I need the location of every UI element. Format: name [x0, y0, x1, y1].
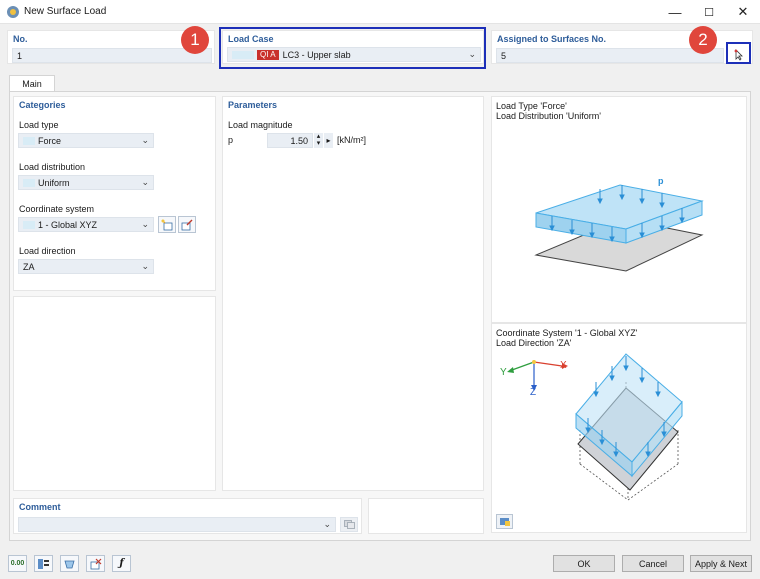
edit-coordinate-system-icon	[181, 219, 193, 230]
callout-2: 2	[689, 26, 717, 54]
chevron-down-icon: ⌄	[323, 519, 331, 529]
chevron-down-icon: ⌄	[141, 135, 149, 145]
load-case-highlight	[219, 27, 486, 69]
chevron-down-icon: ⌄	[141, 261, 149, 271]
axis-x-label: X	[560, 360, 567, 371]
load-distribution-label: Load distribution	[19, 162, 86, 172]
spin-down-icon: ▾	[316, 140, 321, 147]
close-button[interactable]: ✕	[726, 0, 760, 24]
info-button[interactable]	[34, 555, 53, 572]
preview-options-icon	[499, 518, 510, 526]
chevron-down-icon: ⌄	[141, 219, 149, 229]
load-magnitude-label: Load magnitude	[228, 120, 293, 130]
load-type-label: Load type	[19, 120, 59, 130]
parameters-header: Parameters	[228, 100, 278, 110]
comment-dropdown[interactable]: ⌄	[18, 517, 336, 532]
help-button[interactable]	[60, 555, 79, 572]
no-field[interactable]: 1	[12, 48, 212, 63]
load-magnitude-spinner[interactable]: ▴ ▾	[314, 133, 323, 148]
formula-button[interactable]: ƒ	[112, 555, 131, 572]
load-distribution-swatch	[23, 178, 35, 187]
categories-panel: Categories Load type Force ⌄ Load distri…	[13, 96, 216, 291]
coordinate-system-label: Coordinate system	[19, 204, 95, 214]
assigned-label: Assigned to Surfaces No.	[497, 34, 607, 44]
apply-next-button[interactable]: Apply & Next	[690, 555, 752, 572]
preview-bottom-panel: Coordinate System '1 - Global XYZ' Load …	[491, 323, 747, 533]
load-magnitude-input[interactable]: 1.50	[267, 133, 313, 148]
units-icon: 0.00	[10, 560, 25, 567]
axis-y-label: Y	[500, 367, 507, 378]
comment-library-icon	[343, 520, 355, 529]
assigned-field[interactable]: 5	[496, 48, 724, 63]
comment-panel: Comment ⌄	[13, 498, 362, 534]
assigned-value: 5	[501, 50, 507, 61]
load-type-value: Force	[38, 135, 62, 146]
delete-load-icon	[90, 558, 102, 569]
edit-coordinate-system-button[interactable]	[178, 216, 196, 233]
new-coordinate-system-button[interactable]	[158, 216, 176, 233]
help-icon	[64, 560, 75, 568]
ok-button[interactable]: OK	[553, 555, 615, 572]
coordinate-system-swatch	[23, 220, 35, 229]
axis-z-label: Z	[530, 387, 537, 398]
tab-main[interactable]: Main	[9, 75, 55, 92]
load-distribution-dropdown[interactable]: Uniform ⌄	[18, 175, 154, 190]
window-title: New Surface Load	[24, 6, 107, 17]
app-icon	[7, 6, 19, 18]
load-distribution-value: Uniform	[38, 177, 70, 188]
load-magnitude-menu-button[interactable]: ▸	[324, 133, 333, 148]
coordinate-system-value: 1 - Global XYZ	[38, 219, 98, 230]
axis-triad	[507, 360, 568, 391]
load-direction-label: Load direction	[19, 246, 76, 256]
load-direction-value: ZA	[23, 261, 35, 272]
maximize-icon: ☐	[704, 6, 714, 19]
coordinate-diagram	[507, 353, 683, 501]
info-table-icon	[38, 558, 49, 569]
load-magnitude-value: 1.50	[290, 135, 308, 146]
minimize-icon: —	[668, 4, 682, 20]
new-coordinate-system-icon	[161, 219, 173, 230]
categories-header: Categories	[19, 100, 66, 110]
title-bar: New Surface Load — ☐ ✕	[0, 0, 760, 24]
no-value: 1	[17, 50, 23, 61]
coordinate-system-dropdown[interactable]: 1 - Global XYZ ⌄	[18, 217, 154, 232]
comment-library-button[interactable]	[340, 517, 358, 532]
delete-load-button[interactable]	[86, 555, 105, 572]
parameters-panel: Parameters Load magnitude p 1.50 ▴ ▾ ▸ […	[222, 96, 484, 491]
minimize-button[interactable]: —	[658, 0, 692, 24]
chevron-down-icon: ⌄	[141, 177, 149, 187]
comment-label: Comment	[19, 502, 61, 512]
callout-1: 1	[181, 26, 209, 54]
comment-side-panel	[368, 498, 484, 534]
pick-button-highlight	[726, 42, 751, 64]
close-icon: ✕	[737, 4, 749, 19]
load-type-swatch	[23, 136, 35, 145]
formula-icon: ƒ	[119, 558, 124, 569]
no-label: No.	[13, 34, 28, 44]
load-type-dropdown[interactable]: Force ⌄	[18, 133, 154, 148]
load-diagram	[534, 184, 704, 272]
cancel-button[interactable]: Cancel	[622, 555, 684, 572]
load-symbol: p	[228, 135, 234, 145]
spin-up-icon: ▴	[316, 133, 321, 140]
p-label: p	[658, 176, 664, 186]
maximize-button[interactable]: ☐	[692, 0, 726, 24]
load-unit: [kN/m²]	[337, 135, 366, 145]
left-empty-panel	[13, 296, 216, 491]
preview-options-button[interactable]	[496, 514, 513, 529]
triangle-right-icon: ▸	[326, 136, 331, 145]
preview-top-panel: Load Type 'Force' Load Distribution 'Uni…	[491, 96, 747, 323]
load-direction-dropdown[interactable]: ZA ⌄	[18, 259, 154, 274]
units-button[interactable]: 0.00	[8, 555, 27, 572]
